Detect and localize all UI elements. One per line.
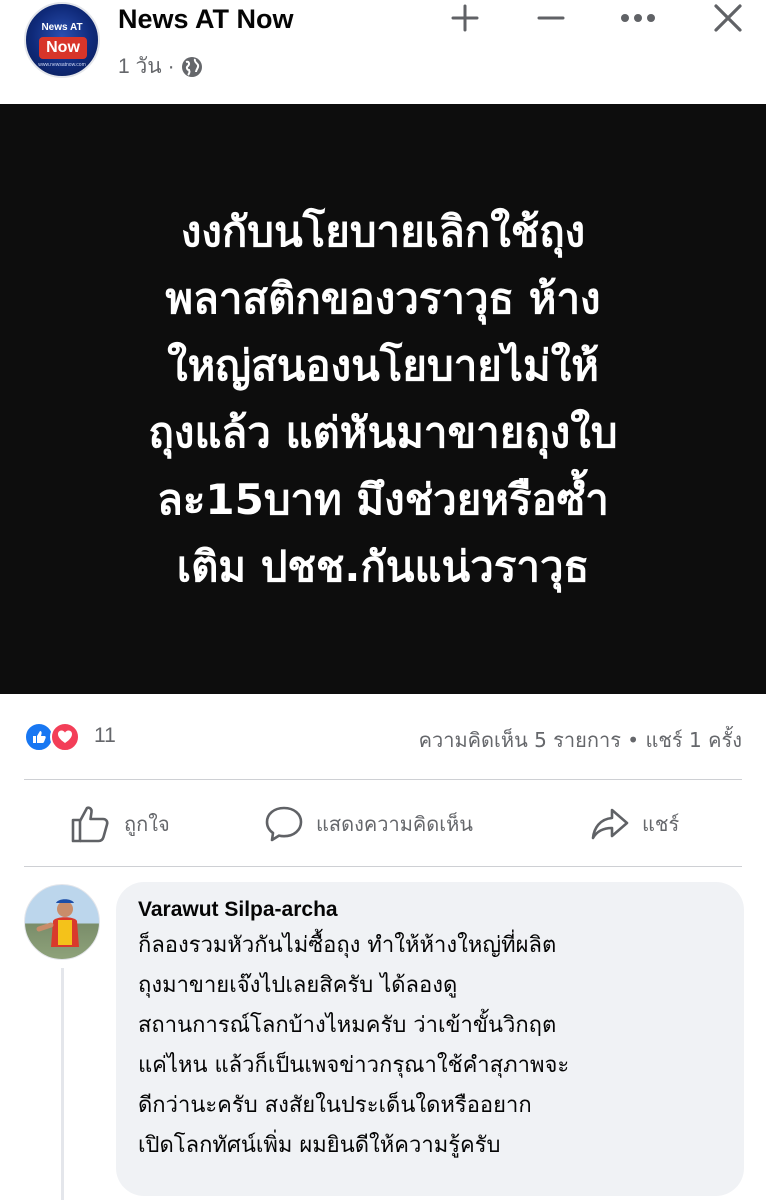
share-button-label: แชร์ xyxy=(642,812,680,836)
divider-bottom xyxy=(24,866,742,867)
post-image-text-line: งงกับนโยบายเลิกใช้ถุง xyxy=(180,207,586,256)
comment-text-line: เปิดโลกทัศน์เพิ่ม ผมยินดีให้ความรู้ครับ xyxy=(138,1133,501,1158)
comment-author[interactable]: Varawut Silpa-archa xyxy=(138,898,722,922)
post-image-text-line: ละ15บาท มึงช่วยหรือซ้ำ xyxy=(157,475,609,524)
post-image-text-line: เติม ปชช.กันแน่วราวุธ xyxy=(176,542,590,591)
comment-text-line: ถุงมาขายเจ๊งไปเลยสิครับ ได้ลองดู xyxy=(138,973,458,998)
post-header: News AT Now www.newsatnow.com News AT No… xyxy=(0,0,766,104)
share-button[interactable]: แชร์ xyxy=(590,802,679,846)
post-image-text: งงกับนโยบายเลิกใช้ถุงพลาสติกของวราวุธ ห้… xyxy=(23,198,743,600)
comments-shares-summary[interactable]: ความคิดเห็น 5 รายการ • แชร์ 1 ครั้ง xyxy=(419,724,742,756)
post-image-text-line: ใหญ่สนองนโยบายไม่ให้ xyxy=(167,341,599,390)
post-image-text-line: พลาสติกของวราวุธ ห้าง xyxy=(165,274,601,323)
page-logo-main-text: Now xyxy=(39,37,87,59)
page-avatar[interactable]: News AT Now www.newsatnow.com xyxy=(24,2,100,78)
comment-button[interactable]: แสดงความคิดเห็น xyxy=(264,802,473,846)
comment-text: ก็ลองรวมหัวกันไม่ซื้อถุง ทำให้ห้างใหญ่ที… xyxy=(138,926,722,1166)
commenter-avatar[interactable] xyxy=(24,884,100,960)
comment-text-line: แค่ไหน แล้วก็เป็นเพจข่าวกรุณาใช้คำสุภาพจ… xyxy=(138,1053,570,1078)
plus-icon[interactable] xyxy=(446,0,484,36)
post-time[interactable]: 1 วัน xyxy=(118,50,162,83)
comment-text-line: สถานการณ์โลกบ้างไหมครับ ว่าเข้าขั้นวิกฤต xyxy=(138,1013,557,1038)
reaction-icons[interactable] xyxy=(24,722,88,752)
reaction-count[interactable]: 11 xyxy=(94,724,116,748)
share-arrow-icon xyxy=(591,808,629,840)
comment-bubble-icon xyxy=(265,806,303,842)
post-meta: 1 วัน · xyxy=(118,50,203,83)
meta-separator: · xyxy=(167,54,175,78)
like-button-label: ถูกใจ xyxy=(124,812,170,836)
close-icon[interactable] xyxy=(708,0,748,36)
comment-text-line: ก็ลองรวมหัวกันไม่ซื้อถุง ทำให้ห้างใหญ่ที… xyxy=(138,933,557,958)
divider-top xyxy=(24,779,742,780)
page-logo-bottom-text: www.newsatnow.com xyxy=(38,62,86,68)
love-reaction-icon xyxy=(50,722,80,752)
like-button[interactable]: ถูกใจ xyxy=(70,802,170,846)
reactions-bar: 11 ความคิดเห็น 5 รายการ • แชร์ 1 ครั้ง xyxy=(0,710,766,766)
thumbs-up-icon xyxy=(71,806,109,843)
post-image[interactable]: งงกับนโยบายเลิกใช้ถุงพลาสติกของวราวุธ ห้… xyxy=(0,104,766,694)
more-icon[interactable] xyxy=(616,0,660,36)
post-image-text-line: ถุงแล้ว แต่หันมาขายถุงใบ xyxy=(148,408,618,457)
minus-icon[interactable] xyxy=(532,0,570,36)
comment-thread-line xyxy=(61,968,64,1200)
comment-bubble[interactable]: Varawut Silpa-archa ก็ลองรวมหัวกันไม่ซื้… xyxy=(116,882,744,1196)
comment-button-label: แสดงความคิดเห็น xyxy=(316,812,473,836)
comment-text-line: ดีกว่านะครับ สงสัยในประเด็นใดหรืออยาก xyxy=(138,1093,532,1118)
post-actions: ถูกใจ แสดงความคิดเห็น แชร์ xyxy=(0,782,766,866)
globe-icon[interactable] xyxy=(181,56,203,78)
page-name[interactable]: News AT Now xyxy=(118,4,294,35)
page-logo-top-text: News AT xyxy=(41,22,83,33)
